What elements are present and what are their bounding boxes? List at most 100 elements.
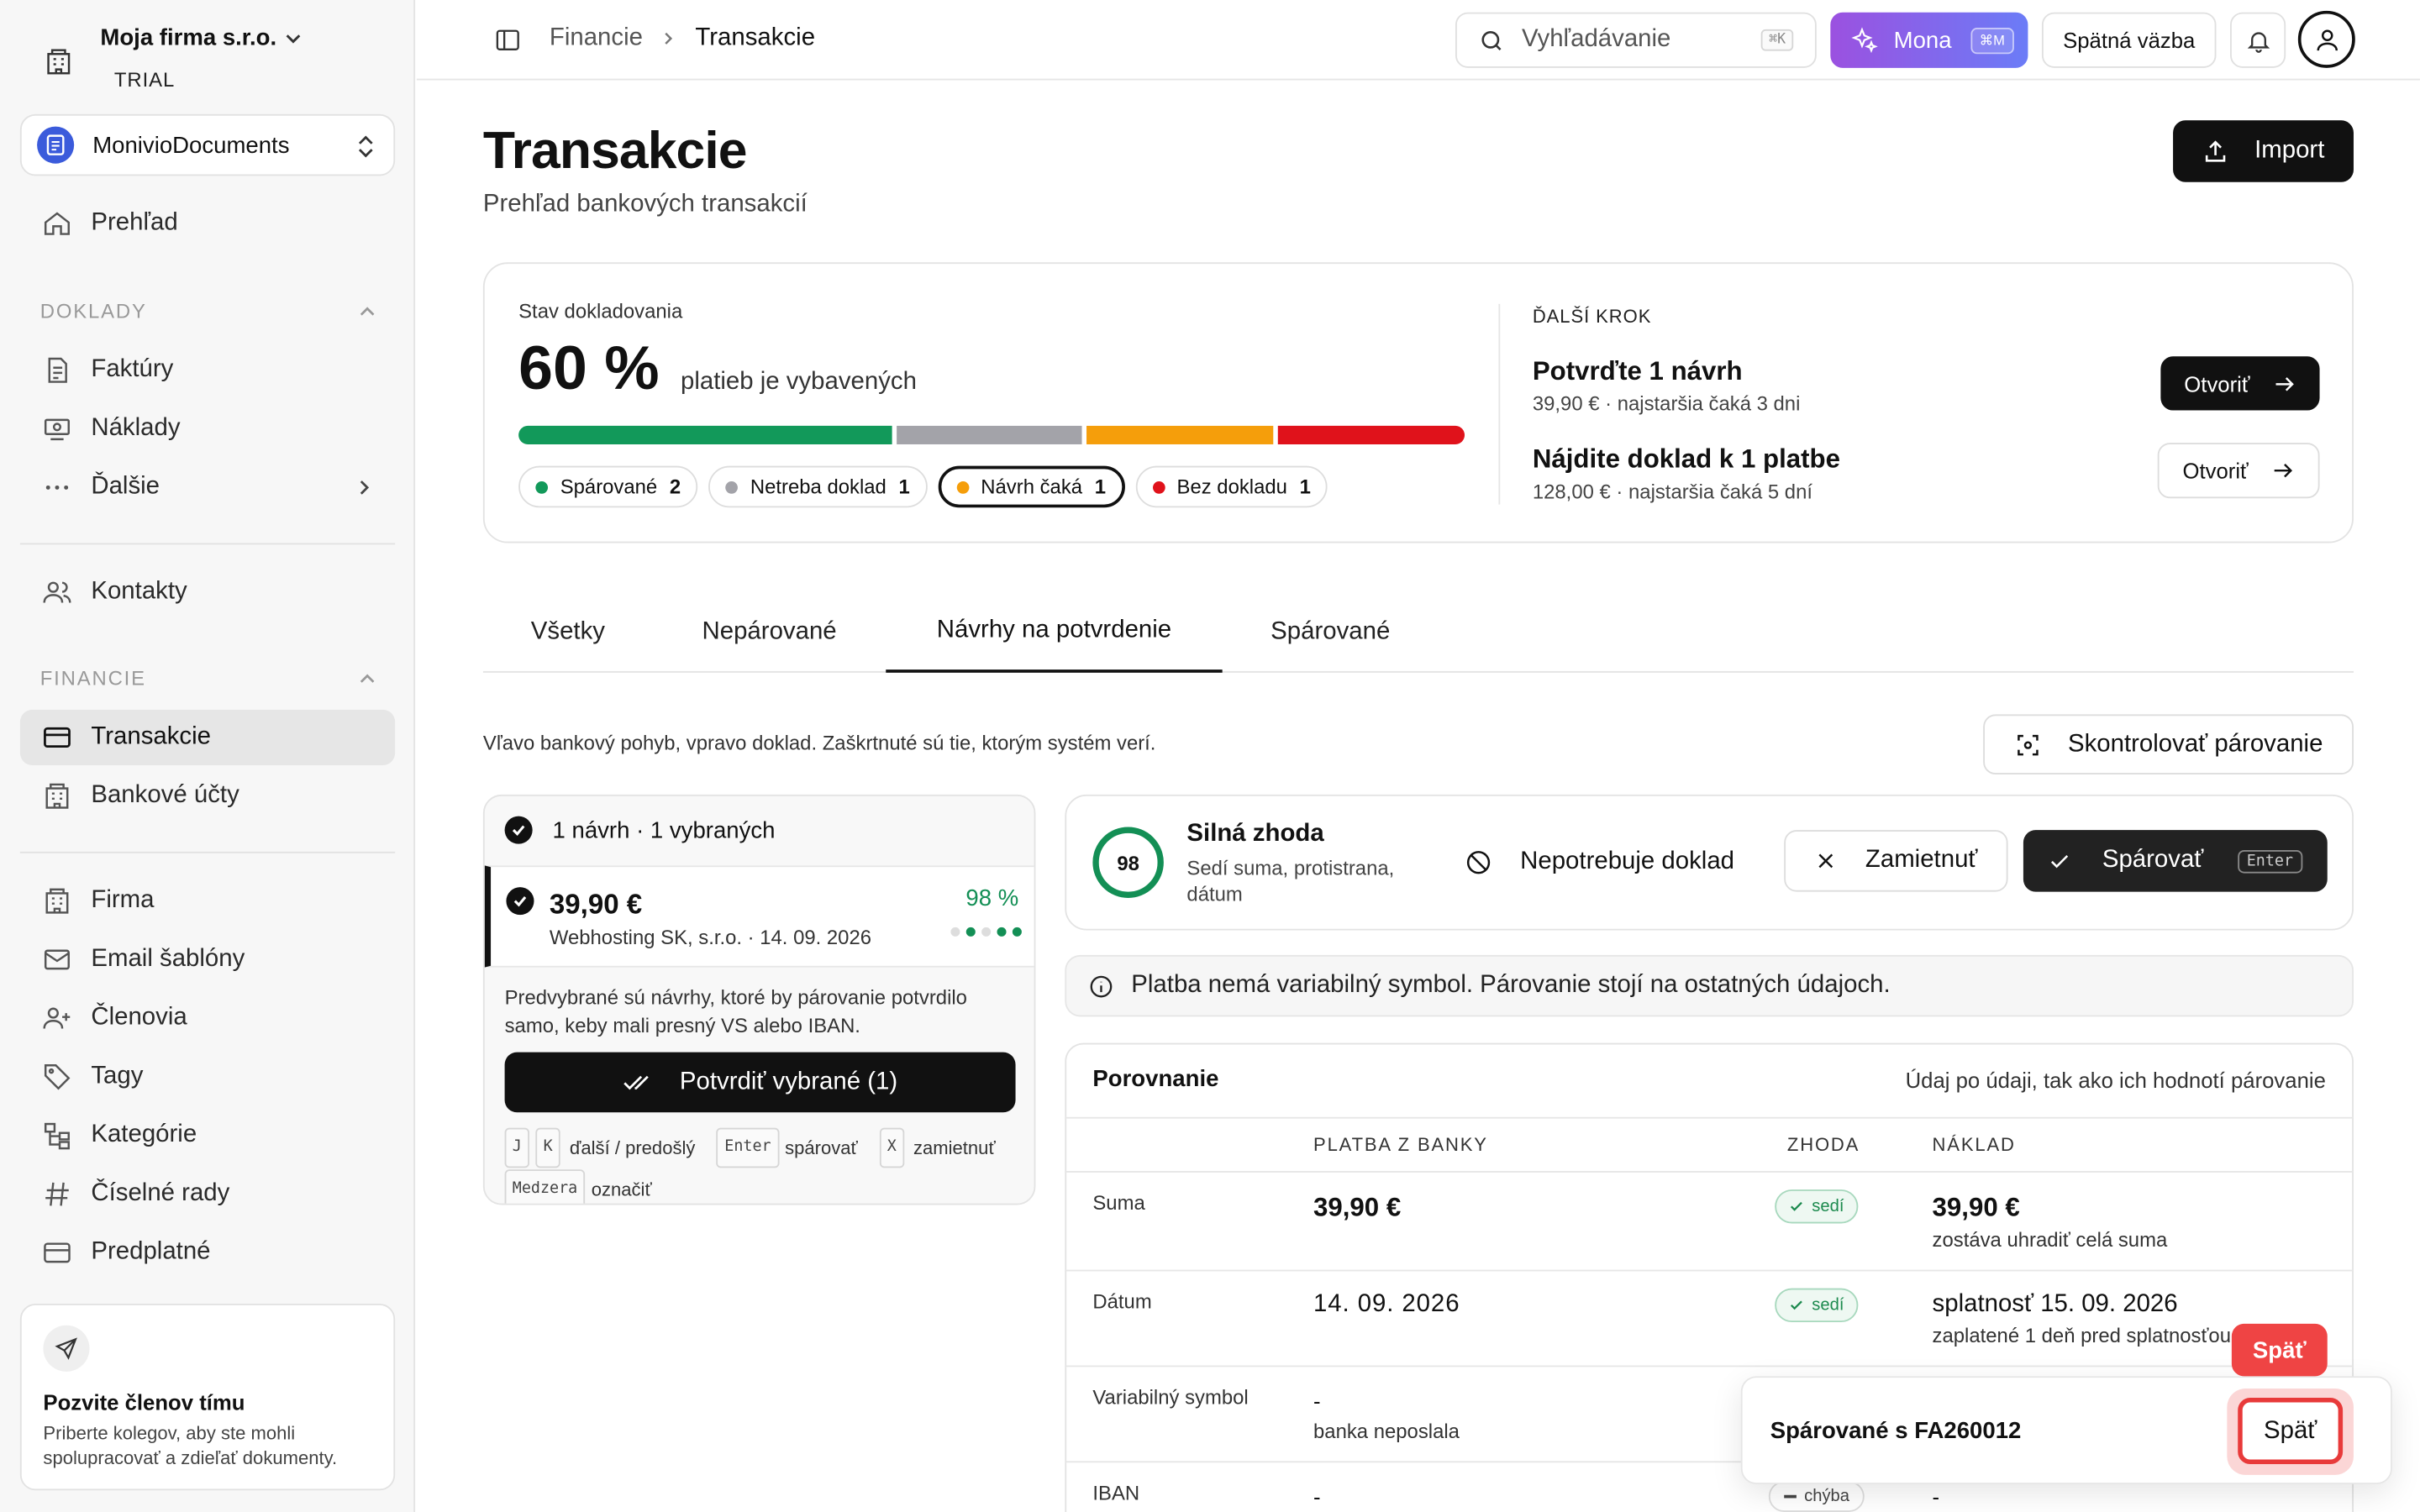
toast-text: Spárované s FA260012 <box>1770 1417 2022 1445</box>
sidebar-item-clenovia[interactable]: Členovia <box>20 990 395 1046</box>
proposal-item[interactable]: 39,90 € Webhosting SK, s.r.o. · 14. 09. … <box>484 865 1034 968</box>
sidebar-item-kontakty[interactable]: Kontakty <box>20 564 395 620</box>
column-header-match: ZHODA <box>1786 1133 1860 1156</box>
mail-icon <box>44 949 70 970</box>
workspace-name: MonivioDocuments <box>92 132 290 159</box>
status-card: Stav dokladovania 60 % platieb je vybave… <box>482 262 2354 543</box>
confirm-selected-label: Potvrdiť vybrané (1) <box>679 1068 898 1095</box>
workspace-switcher[interactable]: MonivioDocuments <box>19 113 396 176</box>
no-doc-button[interactable]: Nepotrebuje doklad <box>1465 830 1734 895</box>
sidebar-item-naklady[interactable]: Náklady <box>20 402 395 457</box>
status-chip-label: Netreba doklad <box>750 475 886 499</box>
pair-button[interactable]: Spárovať Enter <box>2023 830 2328 892</box>
sidebar-item-email-sablony[interactable]: Email šablóny <box>20 932 395 987</box>
info-banner: Platba nemá variabilný symbol. Párovanie… <box>1065 954 2354 1017</box>
kbd-k: K <box>535 1127 560 1168</box>
match-badge-missing: chýba <box>1768 1481 1865 1512</box>
proposals-header[interactable]: 1 návrh · 1 vybraných <box>504 816 776 844</box>
status-dot <box>725 480 739 493</box>
credit-card-icon <box>44 727 71 748</box>
sidebar-item-label: Firma <box>91 887 155 914</box>
tab-neparovane[interactable]: Nepárované <box>653 592 886 673</box>
hash-icon <box>45 1182 69 1206</box>
proposal-score: 98 % <box>965 885 1019 912</box>
check-icon <box>1790 1300 1802 1310</box>
import-button[interactable]: Import <box>2173 120 2354 182</box>
sidebar-item-faktury[interactable]: Faktúry <box>20 343 395 398</box>
import-label: Import <box>2254 137 2325 164</box>
check-pairing-button[interactable]: Skontrolovať párovanie <box>1983 714 2354 775</box>
home-icon <box>44 212 70 235</box>
sidebar-item-dalsie[interactable]: Ďalšie <box>20 459 395 515</box>
next-step-1-title: Potvrďte 1 návrh <box>1532 356 1743 386</box>
tab-vsetky[interactable]: Všetky <box>483 592 653 673</box>
minus-icon <box>1784 1495 1797 1498</box>
table-divider <box>1065 1171 2354 1173</box>
proposals-count: 1 návrh · 1 vybraných <box>552 816 776 843</box>
comparison-title: Porovnanie <box>1092 1066 1219 1093</box>
sidebar-item-ciselne-rady[interactable]: Číselné rady <box>20 1167 395 1222</box>
row-bank-sub: banka neposlala <box>1313 1419 1460 1443</box>
match-sub: Sedí suma, protistrana, dátum <box>1186 856 1395 906</box>
open-label: Otvoriť <box>2182 458 2249 483</box>
status-chip[interactable]: Spárované 2 <box>518 465 698 508</box>
invite-text: Priberte kolegov, aby ste mohli spolupra… <box>43 1422 338 1469</box>
open-button-2[interactable]: Otvoriť <box>2157 443 2320 499</box>
open-label: Otvoriť <box>2184 370 2250 396</box>
status-chip[interactable]: Bez dokladu 1 <box>1134 465 1328 508</box>
tab-navrhy[interactable]: Návrhy na potvrdenie <box>886 592 1223 673</box>
status-divider <box>1498 303 1501 505</box>
sidebar-toggle-icon[interactable] <box>494 26 522 54</box>
sidebar-item-label: Tagy <box>91 1063 144 1089</box>
breadcrumb-parent[interactable]: Financie <box>550 24 643 52</box>
kbd-x: X <box>879 1127 904 1168</box>
reject-button[interactable]: Zamietnuť <box>1784 830 2008 892</box>
section-title: FINANCIE <box>39 666 146 690</box>
open-button-1[interactable]: Otvoriť <box>2160 356 2320 411</box>
document-app-icon <box>37 126 75 164</box>
status-chip[interactable]: Návrh čaká 1 <box>937 465 1125 508</box>
mona-shortcut: ⌘M <box>1970 27 2014 54</box>
notifications-button[interactable] <box>2230 12 2286 68</box>
next-step-header: ĎALŠÍ KROK <box>1532 305 1652 328</box>
user-avatar[interactable] <box>2297 10 2355 68</box>
undo-label: Späť <box>2264 1417 2317 1444</box>
company-switcher[interactable]: Moja firma s.r.o. TRIAL <box>40 22 380 96</box>
sidebar-item-transakcie[interactable]: Transakcie <box>19 709 396 766</box>
confirm-selected-button[interactable]: Potvrdiť vybrané (1) <box>504 1052 1016 1113</box>
status-dot <box>535 480 549 493</box>
send-icon <box>43 1325 90 1372</box>
category-tree-icon <box>44 1122 70 1150</box>
match-score: 98 <box>1117 850 1139 874</box>
sidebar-item-tagy[interactable]: Tagy <box>20 1049 395 1105</box>
status-chip[interactable]: Netreba doklad 1 <box>708 465 927 508</box>
row-bank-value: 39,90 € <box>1313 1192 1402 1222</box>
double-check-icon <box>624 1074 650 1089</box>
feedback-button[interactable]: Spätná väzba <box>2041 12 2217 68</box>
row-bank-value: - <box>1313 1389 1321 1414</box>
status-chip-count: 2 <box>669 475 681 499</box>
info-icon <box>1090 974 1113 997</box>
chevron-down-icon <box>286 34 301 44</box>
table-divider <box>1065 1269 2354 1272</box>
section-header-financie[interactable]: FINANCIE <box>40 666 376 690</box>
table-divider <box>1065 1365 2354 1368</box>
tab-sparovane[interactable]: Spárované <box>1223 592 1439 673</box>
check-circle-icon[interactable] <box>506 887 534 916</box>
sidebar-item-firma[interactable]: Firma <box>20 874 395 929</box>
company-name: Moja firma s.r.o. <box>100 24 277 51</box>
sidebar-item-predplatne[interactable]: Predplatné <box>20 1225 395 1280</box>
section-header-doklady[interactable]: DOKLADY <box>40 299 376 323</box>
page-title: Transakcie <box>482 122 748 181</box>
search-input[interactable]: Vyhľadávanie ⌘K <box>1455 12 1817 68</box>
undo-button[interactable]: Späť <box>2238 1398 2344 1465</box>
sidebar-item-kategorie[interactable]: Kategórie <box>20 1108 395 1163</box>
breadcrumb-current: Transakcie <box>695 24 816 51</box>
sidebar-item-bankove-ucty[interactable]: Bankové účty <box>20 769 395 824</box>
tab-label: Nepárované <box>702 618 837 645</box>
invite-card[interactable]: Pozvite členov tímu Priberte kolegov, ab… <box>19 1304 396 1491</box>
sidebar-item-prehlad[interactable]: Prehľad <box>20 196 395 251</box>
mona-button[interactable]: Mona ⌘M <box>1830 12 2028 68</box>
score-dots <box>950 927 1022 937</box>
status-chip-count: 1 <box>1094 475 1107 499</box>
